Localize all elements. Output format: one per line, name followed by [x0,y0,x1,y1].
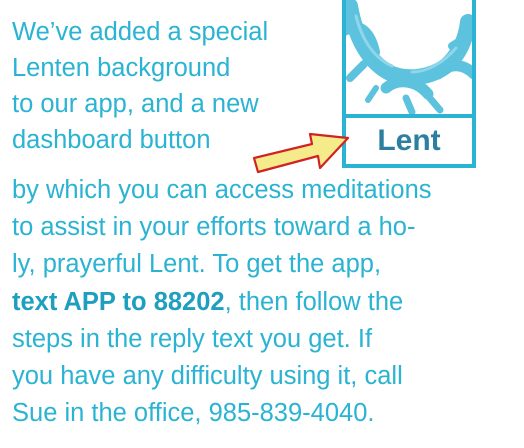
body-line: you have any difficulty using it, call [12,362,403,391]
body-line: to assist in your efforts toward a ho- [12,213,416,242]
sms-line-tail: , then follow the [224,287,404,316]
body-line: ly, prayerful Lent. To get the app, [12,250,382,279]
lent-button-label: Lent [346,114,472,164]
intro-line: We’ve added a special [12,18,269,46]
body-line: steps in the reply text you get. If [12,324,373,353]
sms-instruction: text APP to 88202 [12,287,225,316]
lent-dashboard-button[interactable]: Lent [342,0,476,168]
arrow-right-icon [252,132,350,174]
contact-line: Sue in the office, 985-839-4040. [12,399,375,428]
intro-line: Lenten background [12,54,231,82]
body-text: by which you can access meditations to a… [12,172,517,432]
crown-of-thorns-icon [346,0,472,116]
sms-line: text APP to 88202, then follow the [12,284,517,321]
body-line: by which you can access meditations [12,176,432,204]
